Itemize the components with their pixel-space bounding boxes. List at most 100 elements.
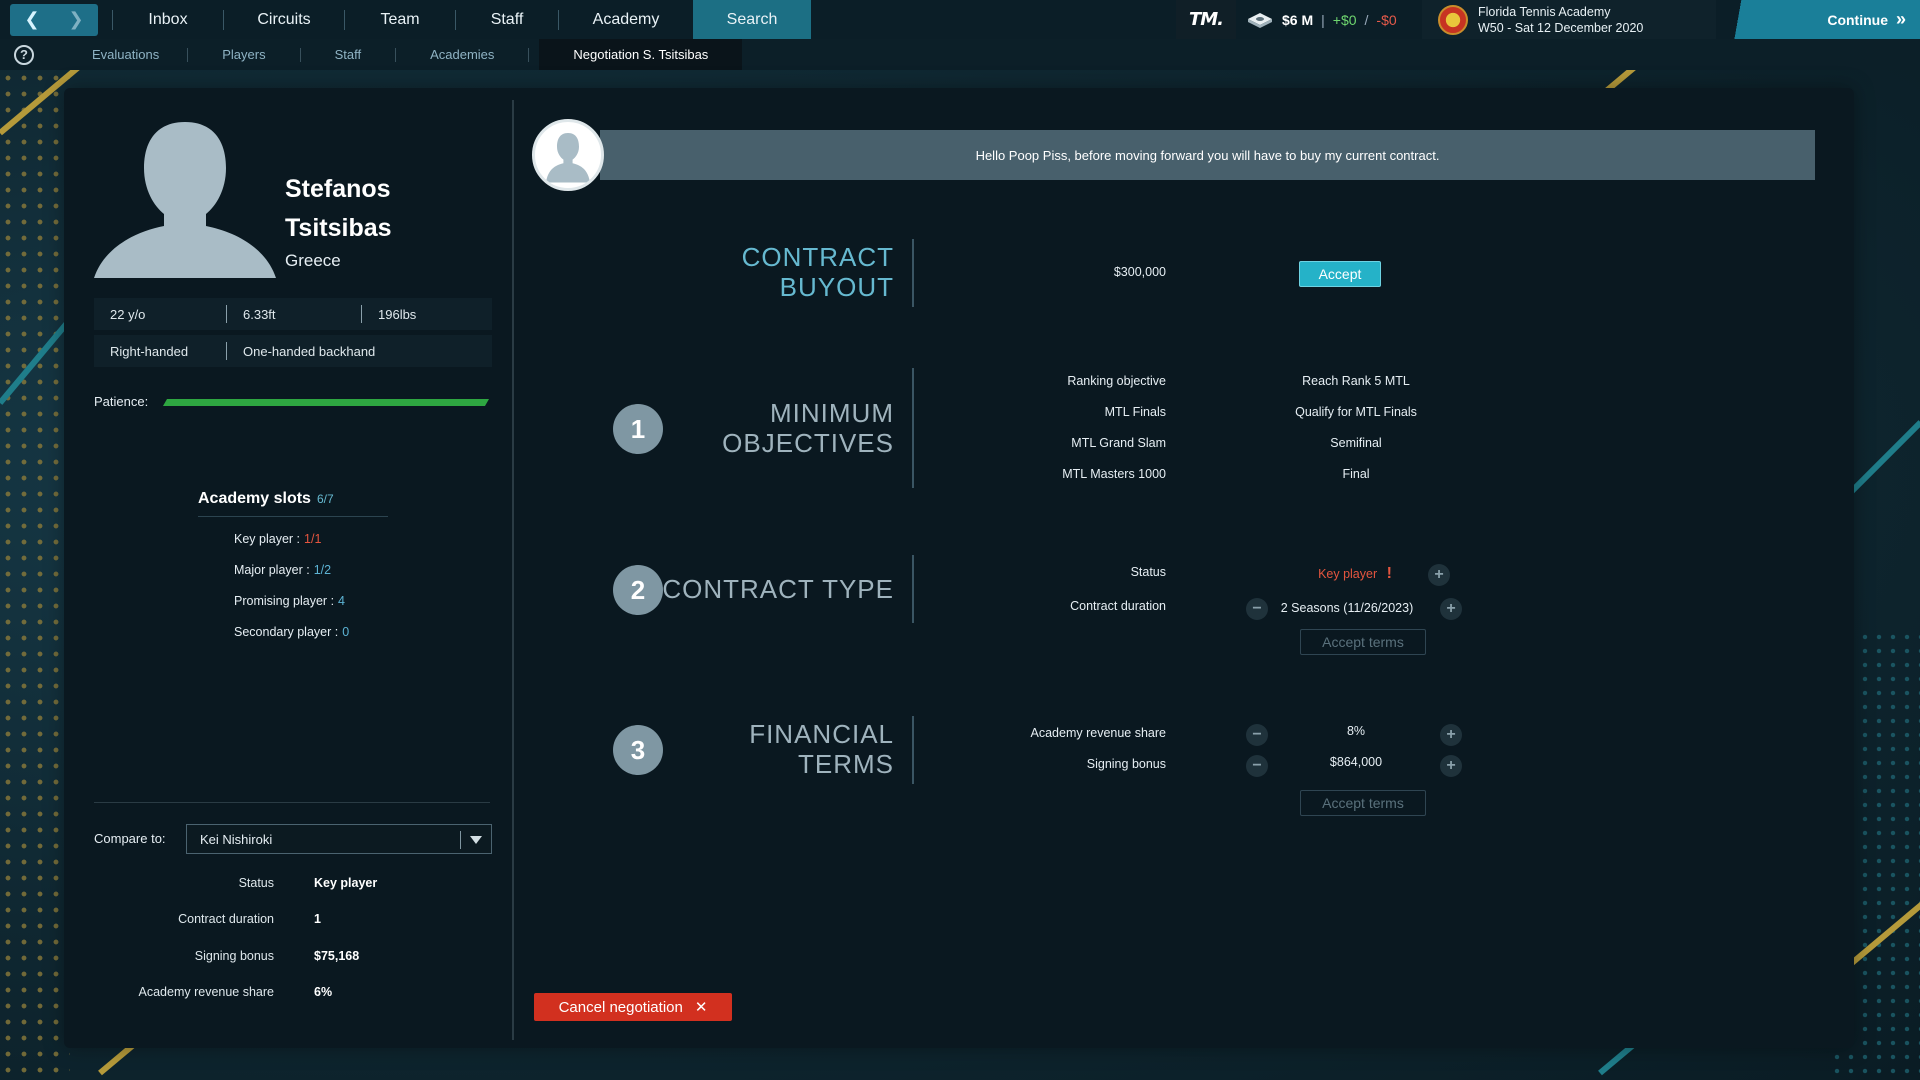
compare-key: Contract duration <box>178 912 274 926</box>
tab-academies[interactable]: Academies <box>396 39 528 70</box>
slot-label: Promising player : <box>234 594 335 608</box>
slot-value: 1/2 <box>313 563 332 577</box>
divider <box>912 368 914 488</box>
player-message: Hello Poop Piss, before moving forward y… <box>600 130 1815 180</box>
slot-label: Secondary player : <box>234 625 339 639</box>
panel-divider <box>512 100 514 1040</box>
player-style-stats: Right-handed One-handed backhand <box>94 335 492 367</box>
balance-value: $6 M <box>1282 11 1314 28</box>
revenue-share-value: 8% <box>1346 724 1366 738</box>
finance-summary[interactable]: $6 M | +$0 / -$0 <box>1246 0 1397 39</box>
message-avatar <box>532 119 604 191</box>
signing-bonus-value: $864,000 <box>1329 755 1383 769</box>
slot-promising-player: Promising player :4 <box>234 594 345 608</box>
compare-key: Signing bonus <box>194 949 274 963</box>
cancel-negotiation-button[interactable]: Cancel negotiation ✕ <box>534 993 732 1021</box>
tab-negotiation[interactable]: Negotiation S. Tsitsibas <box>539 39 743 70</box>
nav-staff[interactable]: Staff <box>456 0 558 39</box>
academy-slots-label: Academy slots <box>198 490 311 507</box>
double-chevron-right-icon: » <box>1895 9 1906 29</box>
nav-inbox[interactable]: Inbox <box>113 0 223 39</box>
person-icon <box>546 133 590 183</box>
divider: | <box>1321 11 1325 28</box>
minus-icon[interactable]: − <box>1246 598 1268 620</box>
player-age: 22 y/o <box>110 306 146 322</box>
compare-value: 6% <box>314 985 333 999</box>
buyout-title: CONTRACT BUYOUT <box>640 242 894 302</box>
compare-label: Compare to: <box>94 831 166 846</box>
plus-icon[interactable]: + <box>1440 724 1462 746</box>
buyout-amount: $300,000 <box>1113 265 1166 279</box>
nav-search[interactable]: Search <box>693 0 811 39</box>
plus-icon[interactable]: + <box>1428 564 1450 586</box>
background-dots-left <box>0 70 70 1080</box>
compare-dropdown[interactable]: Kei Nishiroki <box>186 824 492 854</box>
patience-label: Patience: <box>94 394 149 409</box>
divider <box>528 47 530 62</box>
accept-contract-terms-button[interactable]: Accept terms <box>1300 629 1426 655</box>
chevron-left-icon[interactable]: ❮ <box>24 9 39 30</box>
continue-button[interactable]: Continue » <box>1716 0 1920 39</box>
objective-label: MTL Masters 1000 <box>1062 467 1166 481</box>
contract-type-title: CONTRACT TYPE <box>662 574 894 604</box>
divider <box>912 555 914 623</box>
nav-academy[interactable]: Academy <box>559 0 693 39</box>
accept-buyout-button[interactable]: Accept <box>1299 261 1381 287</box>
income-value: +$0 <box>1332 11 1357 28</box>
academy-text: Florida Tennis Academy W50 - Sat 12 Dece… <box>1478 4 1643 36</box>
buyout-title-line1: CONTRACT <box>741 242 894 272</box>
expense-value: -$0 <box>1376 11 1397 28</box>
player-country: Greece <box>285 251 341 270</box>
compare-value: Key player <box>314 876 378 890</box>
signing-bonus-label: Signing bonus <box>1086 757 1166 771</box>
divider <box>198 516 388 517</box>
status-text: Key player <box>1318 567 1378 581</box>
slot-major-player: Major player :1/2 <box>234 563 331 577</box>
plus-icon[interactable]: + <box>1440 598 1462 620</box>
patience-bar <box>162 399 490 406</box>
player-last-name: Tsitsibas <box>285 214 392 242</box>
help-circle-icon[interactable]: ? <box>14 44 34 65</box>
minus-icon[interactable]: − <box>1246 755 1268 777</box>
tm-logo: TM. <box>1176 0 1236 39</box>
tab-players[interactable]: Players <box>188 39 299 70</box>
divider <box>912 239 914 307</box>
objective-value: Semifinal <box>1330 436 1382 450</box>
objective-label: MTL Grand Slam <box>1071 436 1166 450</box>
plus-icon[interactable]: + <box>1440 755 1462 777</box>
objective-value: Final <box>1342 467 1370 481</box>
top-bar: ❮ ❯ Inbox Circuits Team Staff Academy Se… <box>0 0 1920 39</box>
current-date: W50 - Sat 12 December 2020 <box>1478 20 1644 35</box>
objectives-title-line1: MINIMUM <box>770 398 894 428</box>
accept-financial-terms-button[interactable]: Accept terms <box>1300 790 1426 816</box>
objective-label: Ranking objective <box>1067 374 1166 388</box>
slot-value: 4 <box>338 594 345 608</box>
slot-label: Key player : <box>234 532 301 546</box>
minus-icon[interactable]: − <box>1246 724 1268 746</box>
patience-fill <box>162 399 490 406</box>
duration-label: Contract duration <box>1070 599 1166 613</box>
divider <box>912 716 914 784</box>
objectives-title: MINIMUM OBJECTIVES <box>640 398 894 458</box>
compare-key: Status <box>238 876 274 890</box>
player-hand: Right-handed <box>110 343 189 359</box>
financial-title-line1: FINANCIAL <box>749 719 894 749</box>
revenue-share-label: Academy revenue share <box>1030 726 1167 740</box>
tab-evaluations[interactable]: Evaluations <box>68 39 187 70</box>
sub-nav: ? Evaluations Players Staff Academies Ne… <box>0 39 1920 70</box>
status-value: Key player ! <box>1290 565 1420 583</box>
nav-team[interactable]: Team <box>345 0 455 39</box>
money-stack-icon <box>1248 12 1272 28</box>
chevron-right-icon[interactable]: ❯ <box>68 9 83 30</box>
tab-staff[interactable]: Staff <box>301 39 396 70</box>
objective-value: Qualify for MTL Finals <box>1295 405 1417 419</box>
player-weight: 196lbs <box>378 306 417 322</box>
financial-title: FINANCIAL TERMS <box>640 719 894 779</box>
player-name: Stefanos Tsitsibas <box>285 170 392 248</box>
academy-info[interactable]: Florida Tennis Academy W50 - Sat 12 Dece… <box>1422 0 1716 39</box>
close-icon: ✕ <box>694 999 708 1016</box>
status-label: Status <box>1130 565 1166 579</box>
nav-circuits[interactable]: Circuits <box>224 0 344 39</box>
cancel-label: Cancel negotiation <box>558 998 683 1016</box>
player-first-name: Stefanos <box>285 175 391 203</box>
